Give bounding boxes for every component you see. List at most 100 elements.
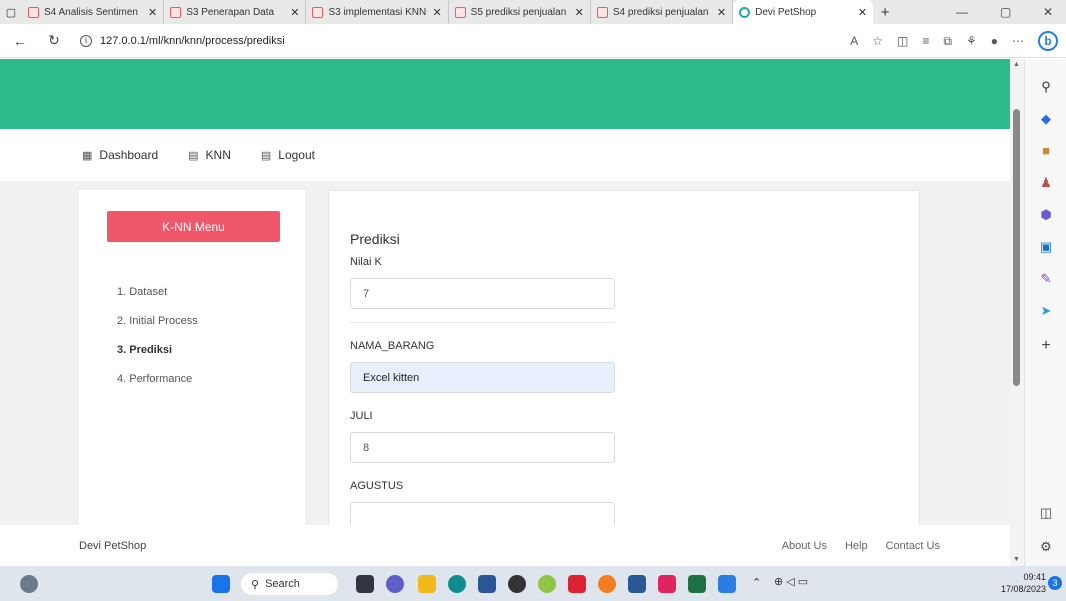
edge-sidebar: ⚲ ◆ ■ ♟ ⬢ ▣ ✎ ➤ + ◫ ⚙ [1024,59,1066,566]
search-icon[interactable]: ⚲ [1037,79,1055,97]
close-window-icon[interactable]: ✕ [1043,0,1053,24]
scroll-up-icon[interactable]: ▲ [1013,61,1020,68]
weather-icon[interactable] [20,575,38,593]
taskbar-search-label: Search [265,578,300,590]
browser-tab[interactable]: S4 Analisis Sentimen ✕ [22,0,165,24]
scroll-down-icon[interactable]: ▼ [1013,556,1020,563]
extensions-icon[interactable]: ⚘ [966,34,977,48]
send-icon[interactable]: ➤ [1037,303,1055,321]
favicon-icon [454,6,466,18]
tools-briefcase-icon[interactable]: ■ [1037,143,1055,161]
read-aloud-icon[interactable]: A [850,34,858,48]
clock-time: 09:41 [1023,572,1046,582]
back-arrow-icon[interactable]: ← [8,33,32,49]
nama-barang-label: NAMA_BARANG [350,340,435,352]
close-tab-icon[interactable]: ✕ [148,6,157,19]
divider [350,322,615,323]
office-icon[interactable]: ⬢ [1037,207,1055,225]
mcafee-icon[interactable] [568,575,586,593]
close-tab-icon[interactable]: ✕ [290,6,299,19]
nav-label: Dashboard [99,148,159,162]
footer-link-contact[interactable]: Contact Us [886,540,940,552]
app-icon[interactable] [658,575,676,593]
url-field[interactable]: i 127.0.0.1/ml/knn/knn/process/prediksi [80,34,285,47]
task-view-icon[interactable] [356,575,374,593]
page-scrollbar[interactable]: ▲ ▼ [1010,59,1024,566]
sidebar-item-dataset[interactable]: 1. Dataset [117,278,198,307]
info-icon[interactable]: i [80,34,92,47]
more-options-icon[interactable]: ⋯ [1012,34,1024,48]
nav-item-logout[interactable]: ▤ Logout [261,148,315,162]
search-icon: ⚲ [251,578,260,591]
tab-title: S3 implementasi KNN [328,6,427,18]
sidebar-item-performance[interactable]: 4. Performance [117,365,198,394]
maximize-icon[interactable]: ▢ [1000,0,1011,24]
browser-tab[interactable]: S3 implementasi KNN ✕ [306,0,449,24]
footer-link-help[interactable]: Help [845,540,868,552]
favicon-icon [312,6,324,18]
store-icon[interactable] [478,575,496,593]
close-tab-icon[interactable]: ✕ [575,6,584,19]
sidebar-item-initial-process[interactable]: 2. Initial Process [117,307,198,336]
close-tab-icon[interactable]: ✕ [717,6,726,19]
browser-tab-active[interactable]: Devi PetShop ✕ [733,0,874,24]
minimize-icon[interactable]: — [956,0,968,24]
footer-link-about[interactable]: About Us [782,540,827,552]
system-tray-icons[interactable]: ⊕ ◁ ▭ [774,575,808,588]
vscode-icon[interactable] [718,575,736,593]
k-value-input[interactable]: 7 [350,278,615,309]
firefox-icon[interactable] [598,575,616,593]
chat-icon[interactable] [386,575,404,593]
tab-title: S3 Penerapan Data [186,6,275,18]
scrollbar-thumb[interactable] [1013,109,1020,386]
web-page: ▦ Dashboard ▤ KNN ▤ Logout K-NN Menu 1. … [0,59,1010,566]
outlook-icon[interactable]: ▣ [1037,239,1055,257]
file-explorer-icon[interactable] [418,575,436,593]
tab-title: S4 prediksi penjualan [612,6,709,18]
browser-toolbar: A ☆ ◫ ≡ ⧉ ⚘ ● ⋯ b [850,24,1058,58]
browser-tab[interactable]: S3 Penerapan Data ✕ [164,0,307,24]
close-tab-icon[interactable]: ✕ [858,6,867,19]
word-icon[interactable] [628,575,646,593]
notification-badge-icon[interactable]: 3 [1048,576,1062,590]
sidebar-layout-icon[interactable]: ◫ [1037,505,1055,523]
chevron-up-icon[interactable]: ⌃ [752,576,761,589]
favorite-star-icon[interactable]: ☆ [872,34,883,48]
nav-item-dashboard[interactable]: ▦ Dashboard [82,148,158,162]
sidebar-panel: K-NN Menu 1. Dataset 2. Initial Process … [79,190,305,566]
profile-icon[interactable]: ● [991,34,998,48]
close-tab-icon[interactable]: ✕ [432,6,441,19]
sidebar-item-prediksi[interactable]: 3. Prediksi [117,336,198,365]
excel-icon[interactable] [688,575,706,593]
tab-title: Devi PetShop [755,6,817,18]
juli-input[interactable]: 8 [350,432,615,463]
add-icon[interactable]: + [1037,337,1055,355]
settings-gear-icon[interactable]: ⚙ [1037,539,1055,557]
browser-tab[interactable]: S5 prediksi penjualan ✕ [449,0,591,24]
browser-tab[interactable]: S4 prediksi penjualan ✕ [591,0,734,24]
games-icon[interactable]: ♟ [1037,175,1055,193]
page-footer: Devi PetShop About Us Help Contact Us [0,525,1010,566]
designer-icon[interactable]: ✎ [1037,271,1055,289]
refresh-icon[interactable]: ↻ [42,32,66,49]
bing-chat-icon[interactable]: b [1038,31,1058,51]
new-tab-button[interactable]: + [873,4,897,21]
nav-item-knn[interactable]: ▤ KNN [188,148,231,162]
collections-icon[interactable]: ⧉ [943,34,952,49]
nav-label: KNN [205,148,231,162]
split-screen-icon[interactable]: ◫ [897,34,908,48]
taskbar-search[interactable]: ⚲ Search [241,573,338,595]
knn-menu-button[interactable]: K-NN Menu [107,211,280,242]
taskbar-clock[interactable]: 09:41 17/08/2023 [1001,571,1046,595]
tab-actions-icon[interactable]: ▢ [0,0,22,24]
chrome-icon[interactable] [538,575,556,593]
windows-start-icon[interactable] [212,575,230,593]
k-label: Nilai K [350,256,382,268]
nama-barang-input[interactable]: Excel kitten [350,362,615,393]
favicon-icon [596,6,608,18]
favorites-list-icon[interactable]: ≡ [922,34,929,48]
clock-date: 17/08/2023 [1000,584,1046,594]
obs-icon[interactable] [508,575,526,593]
shopping-tag-icon[interactable]: ◆ [1037,111,1055,129]
edge-icon[interactable] [448,575,466,593]
